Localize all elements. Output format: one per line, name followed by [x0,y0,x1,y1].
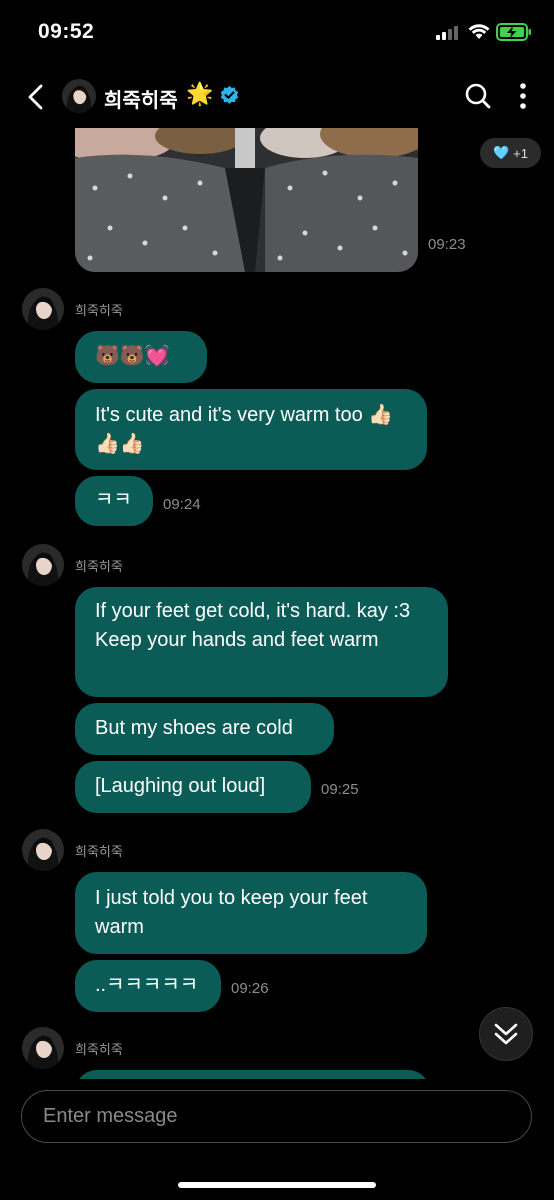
chat-header: 희죽히죽 🌟 [0,70,554,124]
verified-badge-icon [220,85,239,104]
message-bubble[interactable]: It's cute and it's very warm too 👍🏻👍🏻👍🏻 [75,389,427,470]
sender-name: 희죽히죽 [75,1042,123,1057]
cellular-signal-icon [436,26,458,40]
star-badge-icon: 🌟 [186,81,214,106]
sender-name: 희죽히죽 [75,303,123,318]
message-bubble[interactable]: 🐻🐻💓 [75,331,207,383]
message-bubble[interactable]: ..ㅋㅋㅋㅋㅋ [75,960,221,1012]
chat-messages[interactable]: 09:23 🩵 +1 희죽히죽 🐻🐻💓 It's cute and it's v… [0,124,554,1079]
heart-reaction-icon: 🩵 [492,145,510,160]
home-indicator [178,1182,376,1188]
sender-avatar[interactable] [22,288,64,330]
header-avatar[interactable] [62,79,96,113]
status-time: 09:52 [38,20,95,43]
message-bubble[interactable]: If your feet get cold, it's hard. kay :3… [75,587,448,697]
back-chevron-icon[interactable] [24,82,48,112]
sender-name: 희죽히죽 [75,559,123,574]
message-timestamp: 09:25 [321,781,359,798]
sender-avatar[interactable] [22,829,64,871]
status-bar: 09:52 [0,0,554,64]
reaction-badge[interactable]: 🩵 +1 [480,138,541,168]
double-chevron-down-icon [494,1023,518,1045]
photo-image [75,128,418,272]
search-icon[interactable] [464,82,492,110]
chat-title: 희죽히죽 [104,90,178,112]
message-bubble[interactable]: ㅋㅋ [75,476,153,526]
more-options-icon[interactable] [517,82,529,110]
sender-avatar[interactable] [22,1027,64,1069]
reaction-count: +1 [513,145,528,161]
message-bubble[interactable] [75,1070,430,1079]
sender-avatar[interactable] [22,544,64,586]
message-bubble[interactable]: But my shoes are cold [75,703,334,755]
message-bubble[interactable]: [Laughing out loud] [75,761,311,813]
wifi-icon [468,24,490,39]
message-bubble[interactable]: I just told you to keep your feet warm [75,872,427,954]
sender-name: 희죽히죽 [75,844,123,859]
message-timestamp: 09:23 [428,236,466,253]
battery-charging-icon [496,23,531,41]
message-input[interactable] [21,1090,532,1143]
message-timestamp: 09:26 [231,980,269,997]
photo-message[interactable] [75,128,418,272]
scroll-to-bottom-button[interactable] [479,1007,533,1061]
message-timestamp: 09:24 [163,496,201,513]
